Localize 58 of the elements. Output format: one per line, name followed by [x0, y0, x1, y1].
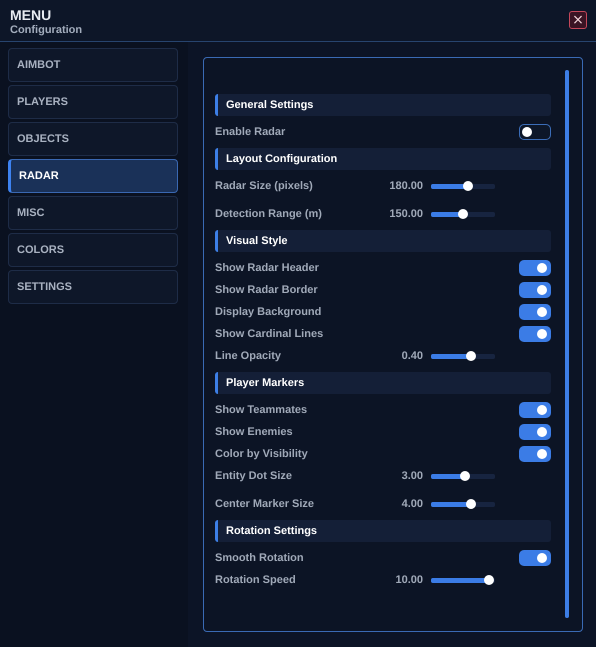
setting-label: Show Teammates — [215, 404, 308, 416]
section-header: Visual Style — [215, 230, 551, 252]
slider-value: 10.00 — [394, 574, 423, 586]
sidebar-tab[interactable]: RADAR — [8, 159, 178, 193]
setting-label: Detection Range (m) — [215, 208, 323, 220]
setting-label: Display Background — [215, 306, 322, 318]
setting-label: Show Cardinal Lines — [215, 328, 324, 340]
slider-track[interactable] — [431, 212, 495, 216]
slider-thumb[interactable] — [466, 350, 476, 360]
sidebar-tab[interactable]: SETTINGS — [8, 270, 178, 304]
setting-label: Smooth Rotation — [215, 552, 305, 564]
setting-label: Show Radar Header — [215, 262, 320, 274]
setting-label: Entity Dot Size — [215, 470, 294, 482]
toggle-switch[interactable] — [519, 124, 551, 140]
sidebar-tab[interactable]: COLORS — [8, 233, 178, 267]
window-title: MENU — [10, 7, 52, 23]
window-subtitle: Configuration — [10, 24, 82, 36]
section-header: General Settings — [215, 94, 551, 116]
setting-label: Line Opacity — [215, 350, 282, 362]
setting-label: Radar Size (pixels) — [215, 180, 314, 192]
slider-track[interactable] — [431, 184, 495, 188]
setting-label: Color by Visibility — [215, 448, 309, 460]
sidebar-tab[interactable]: AIMBOT — [8, 48, 178, 82]
sidebar-tab[interactable]: PLAYERS — [8, 85, 178, 119]
setting-label: Show Radar Border — [215, 284, 319, 296]
toggle-switch[interactable] — [519, 304, 551, 320]
slider-thumb[interactable] — [458, 208, 468, 218]
toggle-switch[interactable] — [519, 260, 551, 276]
slider-track[interactable] — [431, 474, 495, 478]
slider-thumb[interactable] — [460, 470, 470, 480]
toggle-switch[interactable] — [519, 424, 551, 440]
section-header: Layout Configuration — [215, 148, 551, 170]
scrollbar[interactable] — [565, 70, 569, 618]
slider-value: 3.00 — [400, 470, 423, 482]
setting-label: Center Marker Size — [215, 498, 316, 510]
slider-thumb[interactable] — [484, 574, 494, 584]
slider-value: 180.00 — [388, 180, 423, 192]
slider-track[interactable] — [431, 578, 495, 582]
slider-thumb[interactable] — [463, 180, 474, 190]
sidebar-tab[interactable]: MISC — [8, 196, 178, 230]
section-header: Player Markers — [215, 372, 551, 394]
setting-label: Rotation Speed — [215, 574, 297, 586]
section-header: Rotation Settings — [215, 520, 551, 542]
toggle-switch[interactable] — [519, 326, 551, 342]
close-button[interactable]: × — [569, 10, 587, 28]
slider-thumb[interactable] — [466, 498, 476, 508]
setting-label: Show Enemies — [215, 426, 294, 438]
toggle-switch[interactable] — [519, 402, 551, 418]
slider-track[interactable] — [431, 502, 495, 506]
slider-value: 0.40 — [400, 350, 423, 362]
toggle-switch[interactable] — [519, 550, 551, 566]
setting-label: Enable Radar — [215, 126, 286, 138]
sidebar-tab[interactable]: OBJECTS — [8, 122, 178, 156]
toggle-switch[interactable] — [519, 446, 551, 462]
slider-track[interactable] — [431, 354, 495, 358]
slider-value: 4.00 — [400, 498, 423, 510]
toggle-switch[interactable] — [519, 282, 551, 298]
slider-value: 150.00 — [388, 208, 423, 220]
